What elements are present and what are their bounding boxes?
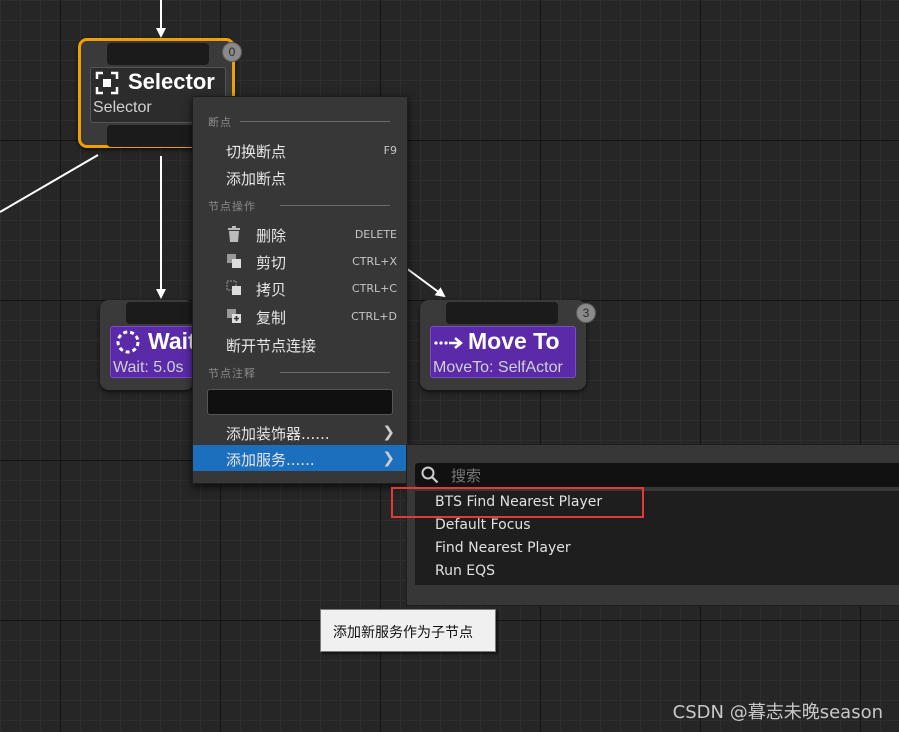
section-breakpoints: 断点 bbox=[208, 116, 232, 129]
selector-title: Selector bbox=[128, 69, 215, 94]
selector-index-badge: 0 bbox=[222, 42, 242, 62]
search-input[interactable] bbox=[449, 465, 873, 487]
shortcut-label: CTRL+C bbox=[351, 282, 397, 295]
watermark: CSDN @暮志未晚season bbox=[672, 702, 883, 723]
menu-item-label: 添加断点 bbox=[226, 170, 287, 188]
wait-input-pin[interactable] bbox=[126, 302, 194, 324]
wait-title: Wait bbox=[148, 328, 196, 354]
list-item[interactable]: Run EQS bbox=[415, 560, 899, 583]
copy-icon bbox=[226, 280, 242, 296]
section-divider bbox=[240, 121, 390, 122]
cut-icon bbox=[226, 253, 242, 269]
wire-to-moveto bbox=[405, 267, 446, 298]
menu-item-label: 添加装饰器...... bbox=[226, 425, 330, 443]
menu-item-toggle-breakpoint[interactable]: 切换断点 F9 bbox=[193, 137, 407, 163]
list-item-label: Default Focus bbox=[435, 517, 531, 533]
move-to-subtitle: MoveTo: SelfActor bbox=[433, 359, 563, 376]
menu-item-add-decorator[interactable]: 添加装饰器...... ❯ bbox=[193, 419, 407, 445]
shortcut-label: F9 bbox=[383, 144, 397, 157]
menu-item-label: 拷贝 bbox=[256, 281, 287, 299]
list-item[interactable]: Find Nearest Player bbox=[415, 537, 899, 560]
selector-subtitle: Selector bbox=[93, 99, 152, 116]
node-comment-input[interactable] bbox=[207, 389, 393, 415]
search-box[interactable] bbox=[415, 463, 899, 487]
shortcut-label: DELETE bbox=[354, 228, 397, 241]
tooltip-text: 添加新服务作为子节点 bbox=[333, 625, 473, 641]
search-icon bbox=[421, 466, 439, 488]
chevron-right-icon: ❯ bbox=[382, 423, 395, 441]
section-node-comment: 节点注释 bbox=[208, 367, 256, 380]
menu-item-add-breakpoint[interactable]: 添加断点 bbox=[193, 164, 407, 190]
tooltip: 添加新服务作为子节点 bbox=[320, 609, 496, 652]
wait-clock-icon bbox=[115, 329, 141, 355]
move-to-input-pin[interactable] bbox=[446, 302, 558, 324]
menu-item-label: 添加服务...... bbox=[226, 451, 315, 469]
add-service-submenu: BTS Find Nearest Player Default Focus Fi… bbox=[406, 444, 899, 606]
section-divider bbox=[280, 372, 390, 373]
menu-item-copy[interactable]: 拷贝 CTRL+C bbox=[193, 275, 407, 301]
duplicate-icon bbox=[226, 308, 242, 324]
menu-item-cut[interactable]: 剪切 CTRL+X bbox=[193, 248, 407, 274]
menu-item-label: 剪切 bbox=[256, 254, 287, 272]
wait-node[interactable]: Wait Wait: 5.0s bbox=[100, 300, 196, 390]
list-item-label: Find Nearest Player bbox=[435, 540, 571, 556]
selector-icon bbox=[95, 71, 119, 95]
node-context-menu: 断点 切换断点 F9 添加断点 节点操作 删除 DELETE 剪切 CTRL+X… bbox=[192, 96, 408, 484]
move-to-title: Move To bbox=[468, 328, 560, 354]
section-divider bbox=[280, 205, 390, 206]
move-arrow-icon bbox=[434, 336, 464, 350]
wire-selector-left bbox=[0, 154, 99, 213]
menu-item-label: 复制 bbox=[256, 309, 287, 327]
menu-item-duplicate[interactable]: 复制 CTRL+D bbox=[193, 303, 407, 329]
move-to-node[interactable]: Move To MoveTo: SelfActor bbox=[420, 300, 586, 390]
annotation-highlight-box bbox=[391, 487, 644, 518]
shortcut-label: CTRL+X bbox=[352, 255, 397, 268]
menu-item-delete[interactable]: 删除 DELETE bbox=[193, 221, 407, 247]
wait-subtitle: Wait: 5.0s bbox=[113, 359, 184, 376]
shortcut-label: CTRL+D bbox=[351, 310, 397, 323]
menu-item-label: 删除 bbox=[256, 227, 287, 245]
move-to-index-badge: 3 bbox=[576, 303, 596, 323]
menu-item-label: 切换断点 bbox=[226, 143, 287, 161]
trash-icon bbox=[226, 226, 242, 242]
section-node-actions: 节点操作 bbox=[208, 200, 256, 213]
selector-input-pin[interactable] bbox=[107, 43, 209, 65]
chevron-right-icon: ❯ bbox=[382, 449, 395, 467]
menu-item-break-links[interactable]: 断开节点连接 bbox=[193, 331, 407, 357]
menu-item-label: 断开节点连接 bbox=[226, 337, 317, 355]
menu-item-add-service[interactable]: 添加服务...... ❯ bbox=[193, 445, 407, 471]
list-item-label: Run EQS bbox=[435, 563, 496, 579]
